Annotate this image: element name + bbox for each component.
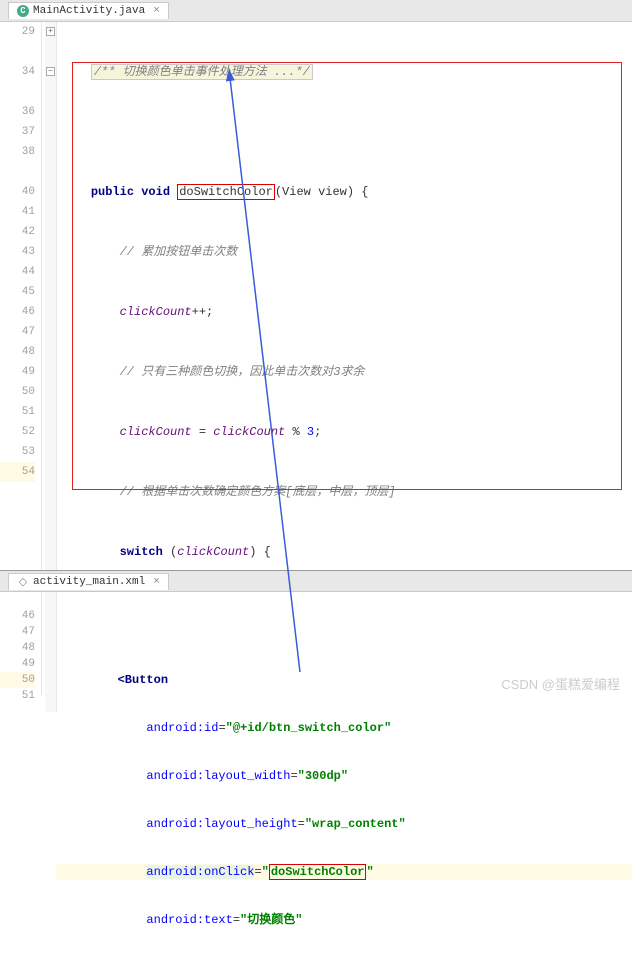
gutter: 46 47 48 49 50 51 — [0, 592, 42, 695]
close-icon[interactable]: × — [153, 5, 160, 17]
bottom-tab-bar: ◇ activity_main.xml × — [0, 570, 632, 592]
java-editor[interactable]: 29 34 36 37 38 40 41 42 43 44 45 46 47 4… — [0, 22, 632, 570]
tab-label: MainActivity.java — [33, 5, 145, 17]
tab-main-activity[interactable]: C MainActivity.java × — [8, 2, 169, 19]
tab-label: activity_main.xml — [33, 576, 145, 588]
tab-activity-main-xml[interactable]: ◇ activity_main.xml × — [8, 573, 169, 590]
watermark: CSDN @蛋糕爱编程 — [501, 674, 620, 693]
java-class-icon: C — [17, 5, 29, 17]
xml-file-icon: ◇ — [17, 576, 29, 588]
method-name: doSwitchColor — [177, 184, 275, 200]
close-icon[interactable]: × — [153, 576, 160, 588]
onclick-value: doSwitchColor — [269, 864, 367, 880]
gutter: 29 34 36 37 38 40 41 42 43 44 45 46 47 4… — [0, 22, 42, 570]
javadoc-comment[interactable]: /** 切换颜色单击事件处理方法 ...*/ — [91, 64, 313, 80]
code-area[interactable]: /** 切换颜色单击事件处理方法 ...*/ public void doSwi… — [42, 22, 632, 570]
top-tab-bar: C MainActivity.java × — [0, 0, 632, 22]
